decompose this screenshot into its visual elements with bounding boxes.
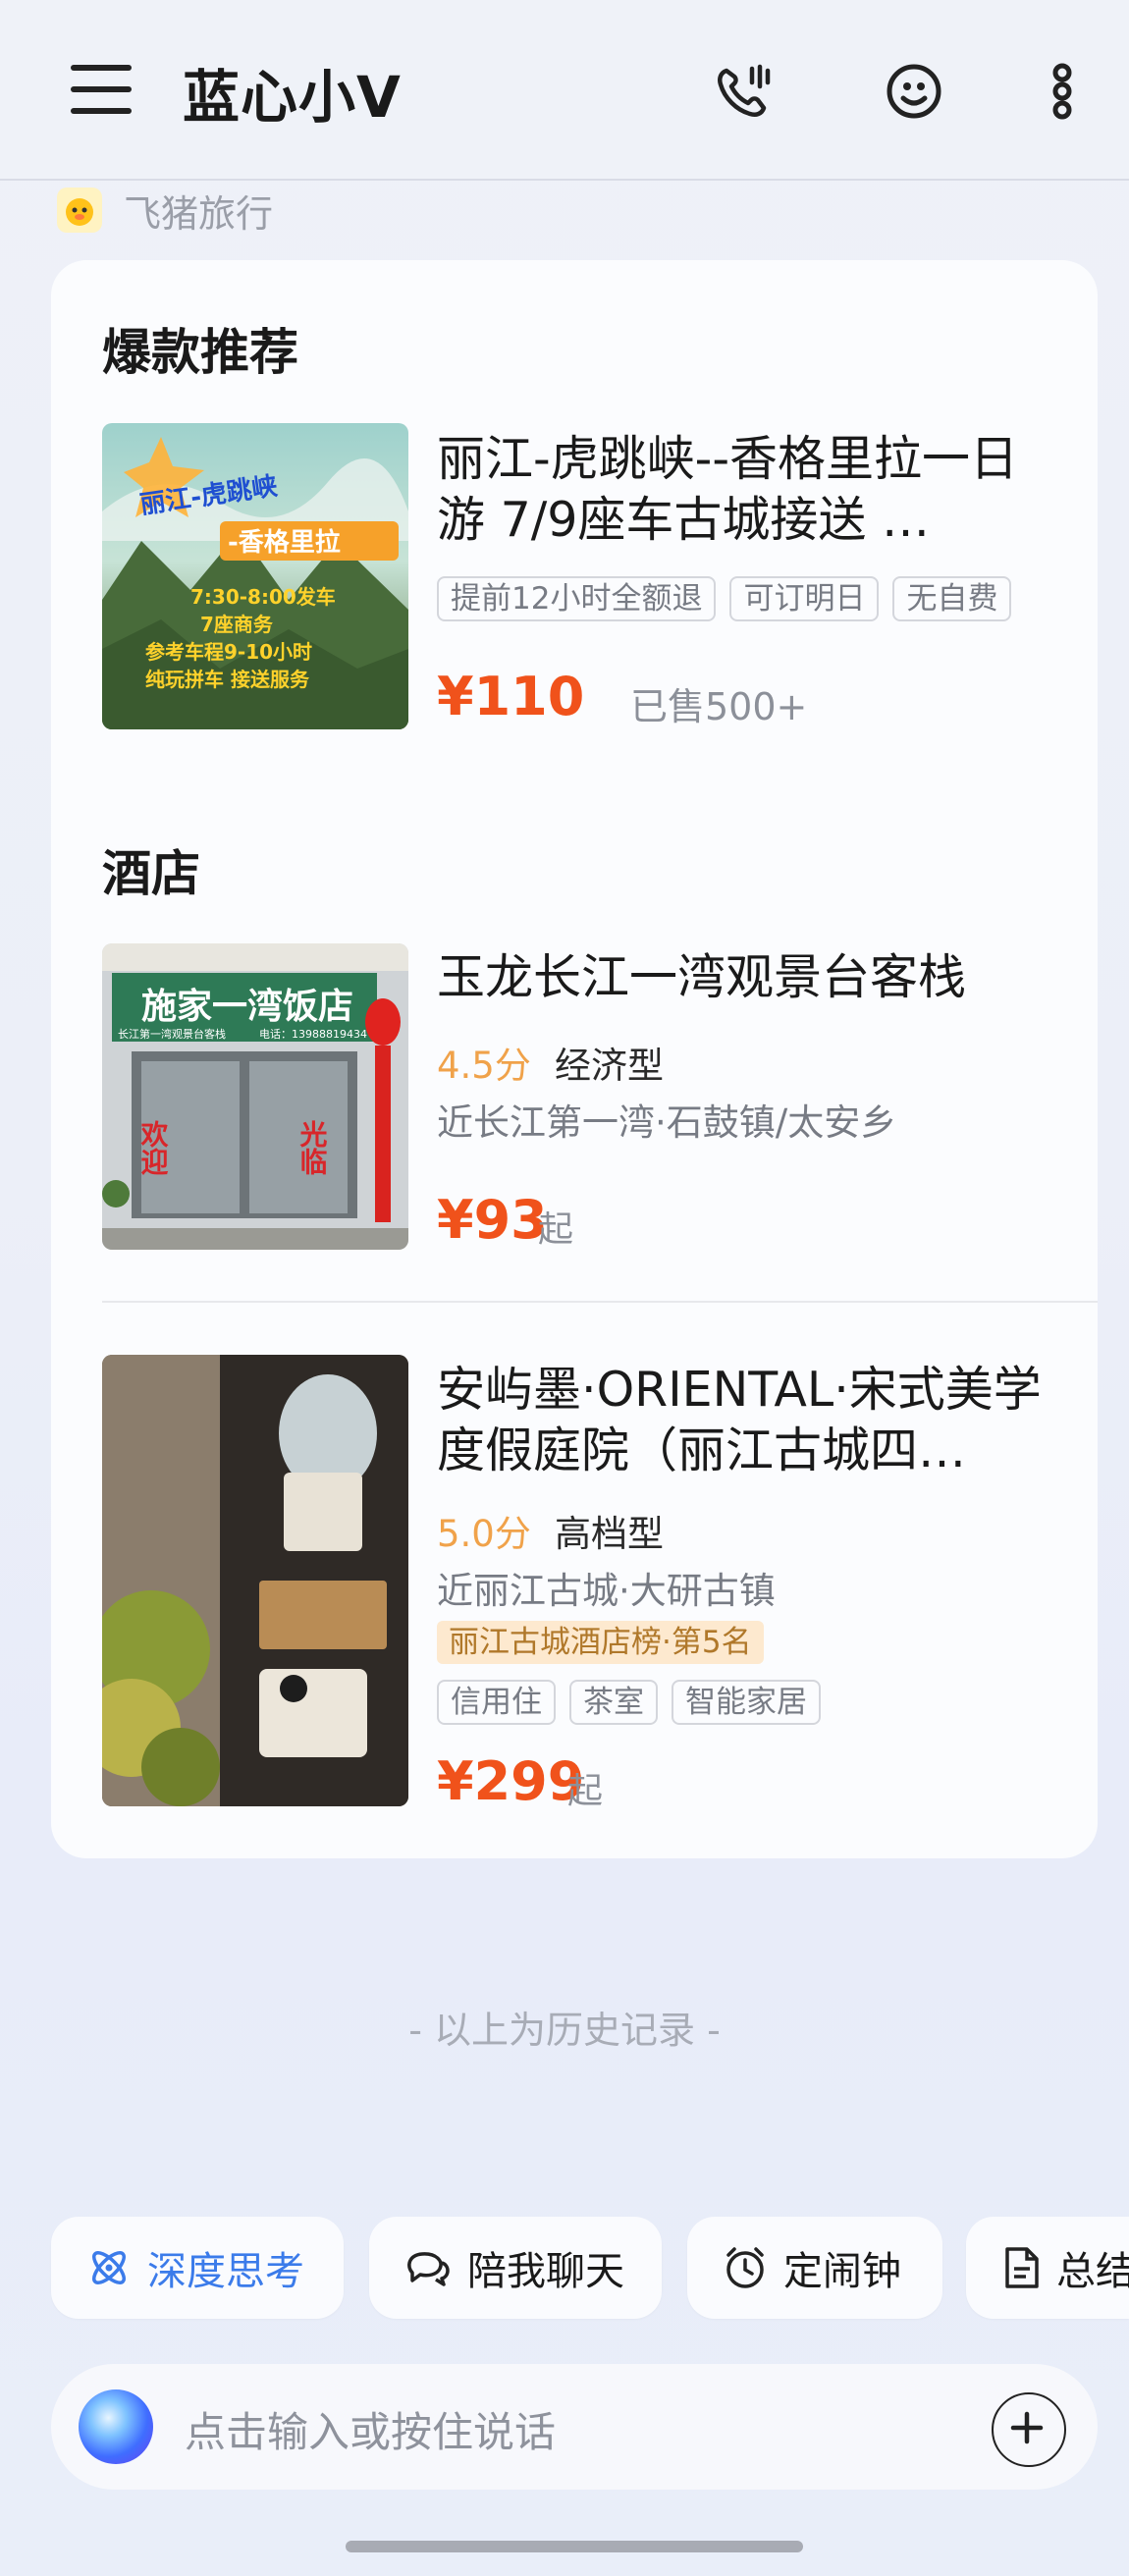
tour-image-line6: 纯玩拼车 接送服务 bbox=[145, 668, 310, 691]
hotel-title: 玉龙长江一湾观景台客栈 bbox=[437, 949, 967, 1005]
hotel-location: 近长江第一湾·石鼓镇/太安乡 bbox=[437, 1101, 897, 1144]
chat-bubbles-icon bbox=[407, 2252, 450, 2286]
tour-image-line3: 7:30-8:00发车 bbox=[190, 585, 336, 609]
more-vertical-icon[interactable] bbox=[1033, 61, 1092, 122]
tour-image-line5: 参考车程9-10小时 bbox=[145, 640, 312, 664]
recommendation-card: 爆款推荐 丽江-虎跳峡 -香格里拉 7:30-8:00发车 7座商务 参考车程9… bbox=[51, 260, 1098, 1858]
hotel-thumbnail: 施家一湾饭店 长江第一湾观景台客栈 电话：13988819434 欢迎 光临 bbox=[102, 943, 408, 1250]
section-title-hot: 爆款推荐 bbox=[102, 324, 298, 381]
tour-tag: 提前12小时全额退 bbox=[437, 576, 717, 621]
fliggy-logo bbox=[57, 188, 102, 233]
chip-label: 总结 bbox=[1056, 2249, 1129, 2294]
tour-price: ¥110 bbox=[437, 666, 585, 727]
hotel-image-sub: 长江第一湾观景台客栈 bbox=[118, 1027, 226, 1041]
app-title: 蓝心小V bbox=[183, 64, 402, 131]
hotel-score: 5.0分 bbox=[437, 1513, 531, 1555]
hotel-tags: 信用住 茶室 智能家居 bbox=[437, 1680, 821, 1725]
hotel-title: 安屿墨·ORIENTAL·宋式美学度假庭院（丽江古城四… bbox=[437, 1362, 1042, 1478]
hotel-image-sign: 施家一湾饭店 bbox=[141, 986, 353, 1027]
hotel-tag: 信用住 bbox=[437, 1680, 556, 1725]
assistant-orb-icon[interactable] bbox=[79, 2389, 153, 2464]
hotel-rank-badge: 丽江古城酒店榜·第5名 bbox=[437, 1621, 764, 1664]
tour-image-line2: -香格里拉 bbox=[228, 527, 341, 558]
phone-call-icon[interactable] bbox=[713, 61, 774, 122]
home-indicator[interactable] bbox=[346, 2541, 803, 2552]
hotel-tag: 智能家居 bbox=[672, 1680, 821, 1725]
tour-sold: 已售500+ bbox=[630, 685, 808, 728]
tour-title: 丽江-虎跳峡--香格里拉一日游 7/9座车古城接送 … bbox=[437, 431, 1019, 548]
chat-input-bar[interactable]: 点击输入或按住说话 bbox=[51, 2364, 1098, 2490]
add-button[interactable] bbox=[992, 2392, 1066, 2467]
chip-summary[interactable]: 总结 bbox=[966, 2217, 1129, 2319]
history-divider-text: - 以上为历史记录 - bbox=[408, 2009, 721, 2052]
atom-icon bbox=[92, 2251, 126, 2284]
document-icon bbox=[1005, 2247, 1039, 2288]
hotel-level: 高档型 bbox=[555, 1513, 664, 1555]
tour-tag: 无自费 bbox=[892, 576, 1012, 621]
plus-icon bbox=[1010, 2411, 1044, 2444]
chip-chat[interactable]: 陪我聊天 bbox=[369, 2217, 662, 2319]
hotel-price: ¥299 bbox=[437, 1750, 585, 1812]
tour-image-line4: 7座商务 bbox=[200, 613, 274, 636]
chip-label: 陪我聊天 bbox=[467, 2249, 624, 2294]
chat-input-placeholder[interactable]: 点击输入或按住说话 bbox=[185, 2399, 556, 2459]
divider bbox=[102, 1301, 1098, 1303]
chip-label: 深度思考 bbox=[147, 2249, 304, 2294]
source-name: 飞猪旅行 bbox=[124, 191, 274, 236]
alarm-clock-icon bbox=[726, 2247, 764, 2288]
chip-label: 定闹钟 bbox=[783, 2249, 901, 2294]
hotel-tag: 茶室 bbox=[569, 1680, 658, 1725]
hotel-image-phone: 电话：13988819434 bbox=[259, 1028, 367, 1041]
hotel-price-suffix: 起 bbox=[538, 1209, 574, 1250]
hotel-price: ¥93 bbox=[437, 1189, 548, 1251]
hotel-image-left: 欢迎 bbox=[137, 1120, 170, 1176]
source-row[interactable]: 飞猪旅行 bbox=[57, 185, 273, 236]
hotel-level: 经济型 bbox=[555, 1045, 664, 1087]
menu-icon[interactable] bbox=[71, 65, 132, 114]
tour-thumbnail: 丽江-虎跳峡 -香格里拉 7:30-8:00发车 7座商务 参考车程9-10小时… bbox=[102, 423, 408, 729]
hotel-score: 4.5分 bbox=[437, 1045, 531, 1087]
hotel-image-right: 光临 bbox=[296, 1120, 329, 1175]
tour-tag: 可订明日 bbox=[729, 576, 880, 621]
tour-tags: 提前12小时全额退 可订明日 无自费 bbox=[437, 576, 1012, 621]
hotel-location: 近丽江古城·大研古镇 bbox=[437, 1570, 776, 1612]
hotel-thumbnail bbox=[102, 1355, 408, 1806]
app-header: 蓝心小V bbox=[0, 0, 1129, 181]
emoji-icon[interactable] bbox=[884, 61, 944, 122]
hotel-price-suffix: 起 bbox=[567, 1771, 604, 1811]
chip-deep-think[interactable]: 深度思考 bbox=[51, 2217, 344, 2319]
chip-alarm[interactable]: 定闹钟 bbox=[687, 2217, 942, 2319]
section-title-hotel: 酒店 bbox=[102, 845, 200, 902]
